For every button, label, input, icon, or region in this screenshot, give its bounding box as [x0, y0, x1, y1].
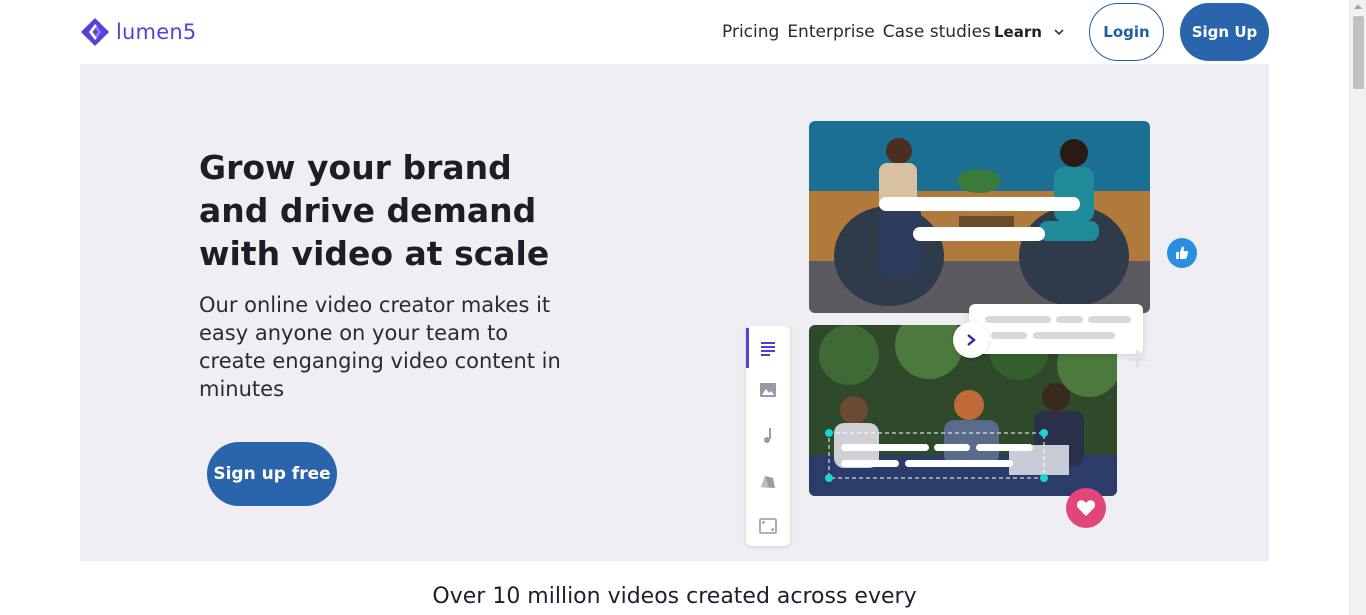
stats-headline: Over 10 million videos created across ev… [432, 584, 917, 609]
signup-free-button[interactable]: Sign up free [207, 442, 337, 506]
style-icon[interactable] [758, 472, 778, 492]
placeholder-line [985, 316, 1051, 323]
login-button[interactable]: Login [1089, 3, 1164, 61]
heart-bubble [1066, 488, 1106, 528]
site-header: lumen5 Pricing Enterprise Case studies L… [0, 0, 1349, 64]
chevron-down-icon [1054, 29, 1064, 36]
text-icon[interactable] [758, 338, 778, 358]
next-scene-button[interactable] [953, 322, 989, 358]
meeting-photo [809, 121, 1150, 313]
editor-toolbar [746, 326, 790, 546]
text-placeholder-card [969, 304, 1143, 354]
learn-label: Learn [994, 23, 1042, 41]
scroll-thumb[interactable] [1353, 16, 1364, 89]
hero-subtitle: Our online video creator makes it easy a… [199, 293, 561, 401]
chevron-right-icon [967, 334, 976, 346]
logo[interactable]: lumen5 [80, 17, 196, 47]
heart-icon [1076, 500, 1096, 516]
lumen5-logo-icon [81, 18, 109, 46]
thumbs-up-icon [1176, 246, 1189, 259]
format-icon[interactable] [758, 516, 778, 536]
nav-link-enterprise[interactable]: Enterprise [787, 22, 874, 42]
nav-link-pricing[interactable]: Pricing [722, 22, 779, 42]
hero-section: Grow your brand and drive demand with vi… [80, 64, 1269, 561]
brand-name: lumen5 [116, 20, 197, 44]
nav-link-case-studies[interactable]: Case studies [883, 22, 991, 42]
signup-button[interactable]: Sign Up [1180, 3, 1269, 61]
image-icon[interactable] [758, 380, 778, 400]
scroll-up-arrow-icon[interactable] [1354, 4, 1362, 9]
learn-dropdown[interactable]: Learn [994, 23, 1064, 41]
placeholder-line [991, 332, 1027, 339]
placeholder-line [1033, 332, 1115, 339]
main-nav: Pricing Enterprise Case studies [722, 22, 991, 42]
like-bubble [1167, 238, 1197, 268]
meeting-photo-image [809, 121, 1150, 313]
plus-icon: + [1126, 342, 1150, 375]
placeholder-line [1056, 316, 1083, 323]
hero-title: Grow your brand and drive demand with vi… [199, 148, 550, 273]
music-icon[interactable] [758, 425, 778, 445]
page-scrollbar[interactable] [1349, 0, 1366, 615]
placeholder-line [1088, 316, 1131, 323]
active-tool-indicator [746, 328, 749, 368]
